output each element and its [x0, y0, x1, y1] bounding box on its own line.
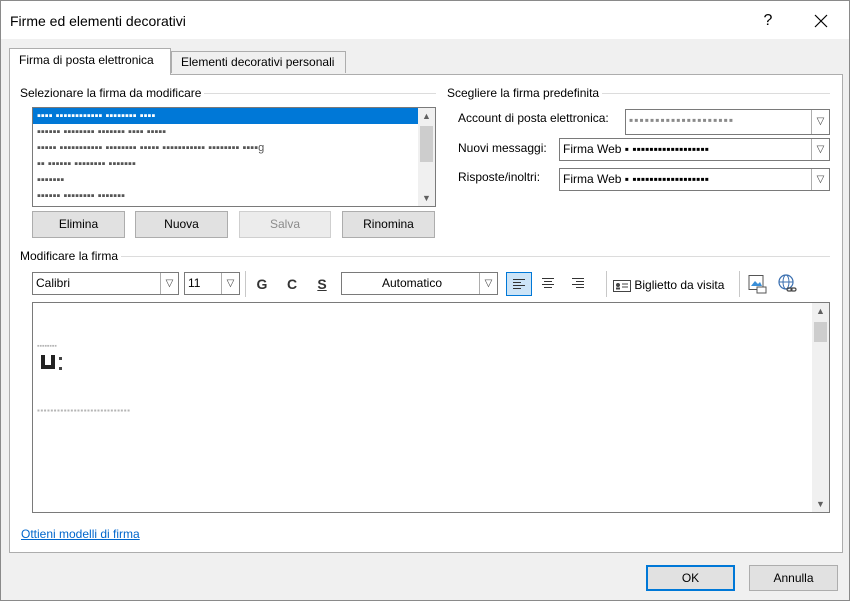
tab-personal-stationery[interactable]: Elementi decorativi personali [171, 51, 346, 73]
replies-select[interactable]: Firma Web ▪ ▪▪▪▪▪▪▪▪▪▪▪▪▪▪▪▪▪▪ ▽ [559, 168, 830, 191]
scroll-down-icon[interactable]: ▼ [812, 496, 829, 512]
new-messages-value: Firma Web ▪ ▪▪▪▪▪▪▪▪▪▪▪▪▪▪▪▪▪▪ [563, 142, 709, 156]
new-button-label: Nuova [164, 217, 199, 231]
chevron-down-icon[interactable]: ▽ [811, 169, 829, 190]
list-item[interactable]: ▪▪▪▪▪▪ ▪▪▪▪▪▪▪▪ ▪▪▪▪▪▪▪ ▪▪▪▪ ▪▪▪▪▪ [33, 124, 435, 140]
scroll-down-icon[interactable]: ▼ [418, 190, 435, 206]
new-button[interactable]: Nuova [135, 211, 228, 238]
font-size-value: 11 [188, 276, 201, 290]
align-left-button[interactable] [506, 272, 532, 296]
close-icon [814, 14, 828, 28]
scroll-up-icon[interactable]: ▲ [418, 108, 435, 124]
signature-logo [39, 353, 63, 373]
bold-button[interactable]: G [249, 273, 275, 295]
list-item[interactable]: ▪▪▪▪ ▪▪▪▪▪▪▪▪▪▪▪▪ ▪▪▪▪▪▪▪▪ ▪▪▪▪ [33, 108, 435, 124]
list-item[interactable]: ▪▪▪▪▪▪ ▪▪▪▪▪▪▪▪ ▪▪▪▪▪▪▪ [33, 188, 435, 204]
save-button-label: Salva [269, 217, 301, 231]
business-card-icon [613, 279, 631, 292]
dialog-title: Firme ed elementi decorativi [10, 13, 186, 29]
delete-button[interactable]: Elimina [32, 211, 125, 238]
title-bar: Firme ed elementi decorativi ? [1, 1, 849, 39]
toolbar-separator [739, 271, 740, 297]
chevron-down-icon[interactable]: ▽ [221, 273, 239, 294]
chevron-down-icon[interactable]: ▽ [811, 139, 829, 160]
editor-scrollbar[interactable]: ▲ ▼ [812, 303, 829, 512]
font-value: Calibri [36, 276, 71, 290]
align-left-icon [513, 279, 527, 291]
close-button[interactable] [798, 7, 844, 35]
align-center-icon [542, 278, 556, 290]
scroll-thumb[interactable] [814, 322, 827, 342]
editor-text-line: ▪▪▪▪▪▪▪▪▪▪▪▪▪▪▪▪▪▪▪▪▪▪▪▪▪▪▪▪ [37, 406, 131, 415]
list-item[interactable]: ▪▪▪▪▪ ▪▪▪▪▪▪▪▪▪▪▪ ▪▪▪▪▪▪▪▪ ▪▪▪▪▪ ▪▪▪▪▪▪▪… [33, 140, 435, 156]
signature-list-scrollbar[interactable]: ▲ ▼ [418, 108, 435, 206]
chevron-down-icon[interactable]: ▽ [160, 273, 178, 294]
replies-value: Firma Web ▪ ▪▪▪▪▪▪▪▪▪▪▪▪▪▪▪▪▪▪ [563, 172, 709, 186]
font-select[interactable]: Calibri ▽ [32, 272, 179, 295]
signature-list[interactable]: ▪▪▪▪ ▪▪▪▪▪▪▪▪▪▪▪▪ ▪▪▪▪▪▪▪▪ ▪▪▪▪ ▪▪▪▪▪▪ ▪… [32, 107, 436, 207]
align-right-icon [572, 278, 586, 290]
edit-group-divider [21, 256, 830, 257]
color-select[interactable]: Automatico ▽ [341, 272, 498, 295]
chevron-down-icon[interactable]: ▽ [811, 110, 829, 134]
italic-button[interactable]: C [279, 273, 305, 295]
logo-icon [41, 355, 62, 370]
scroll-thumb[interactable] [420, 126, 433, 162]
save-button[interactable]: Salva [239, 211, 331, 238]
align-right-button[interactable] [566, 272, 592, 296]
select-group-label: Selezionare la firma da modificare [20, 86, 205, 100]
tab-email-signature[interactable]: Firma di posta elettronica [9, 48, 171, 75]
insert-picture-button[interactable] [746, 273, 770, 297]
rename-button-label: Rinomina [363, 217, 414, 231]
new-messages-label: Nuovi messaggi: [458, 141, 547, 155]
scroll-up-icon[interactable]: ▲ [812, 303, 829, 319]
signature-editor[interactable]: ▪▪▪▪▪▪▪▪ ▪▪▪▪▪▪▪▪▪▪▪▪▪▪▪▪▪▪▪▪▪▪▪▪▪▪▪▪ ▲ … [32, 302, 830, 513]
ok-button-label: OK [681, 571, 700, 585]
account-label: Account di posta elettronica: [458, 111, 609, 125]
align-center-button[interactable] [536, 272, 562, 296]
list-item[interactable]: ▪▪ ▪▪▪▪▪▪ ▪▪▪▪▪▪▪▪ ▪▪▪▪▪▪▪ [33, 156, 435, 172]
picture-icon [748, 275, 767, 294]
hyperlink-icon [778, 274, 797, 292]
business-card-label: Biglietto da visita [634, 278, 725, 292]
cancel-button[interactable]: Annulla [749, 565, 838, 591]
help-button[interactable]: ? [745, 7, 791, 35]
toolbar-separator [245, 271, 246, 297]
list-item[interactable]: ▪▪▪▪▪▪▪ [33, 172, 435, 188]
business-card-button[interactable]: Biglietto da visita [613, 274, 724, 296]
rename-button[interactable]: Rinomina [342, 211, 435, 238]
editor-text-line: ▪▪▪▪▪▪▪▪ [37, 343, 57, 350]
color-value: Automatico [381, 276, 443, 290]
account-value: ▪▪▪▪▪▪▪▪▪▪▪▪▪▪▪▪▪▪▪▪ [629, 113, 735, 127]
signatures-dialog: Firme ed elementi decorativi ? Firma di … [0, 0, 850, 601]
chevron-down-icon[interactable]: ▽ [479, 273, 497, 294]
account-select[interactable]: ▪▪▪▪▪▪▪▪▪▪▪▪▪▪▪▪▪▪▪▪ ▽ [625, 109, 830, 135]
get-signature-templates-link[interactable]: Ottieni modelli di firma [21, 527, 140, 541]
delete-button-label: Elimina [58, 217, 99, 231]
underline-button[interactable]: S [309, 273, 335, 295]
new-messages-select[interactable]: Firma Web ▪ ▪▪▪▪▪▪▪▪▪▪▪▪▪▪▪▪▪▪ ▽ [559, 138, 830, 161]
ok-button[interactable]: OK [646, 565, 735, 591]
toolbar-separator [606, 271, 607, 297]
edit-group-label: Modificare la firma [20, 249, 122, 263]
replies-label: Risposte/inoltri: [458, 170, 541, 184]
default-group-label: Scegliere la firma predefinita [447, 86, 603, 100]
cancel-button-label: Annulla [773, 571, 814, 585]
font-size-select[interactable]: 11 ▽ [184, 272, 240, 295]
insert-hyperlink-button[interactable] [776, 273, 800, 297]
